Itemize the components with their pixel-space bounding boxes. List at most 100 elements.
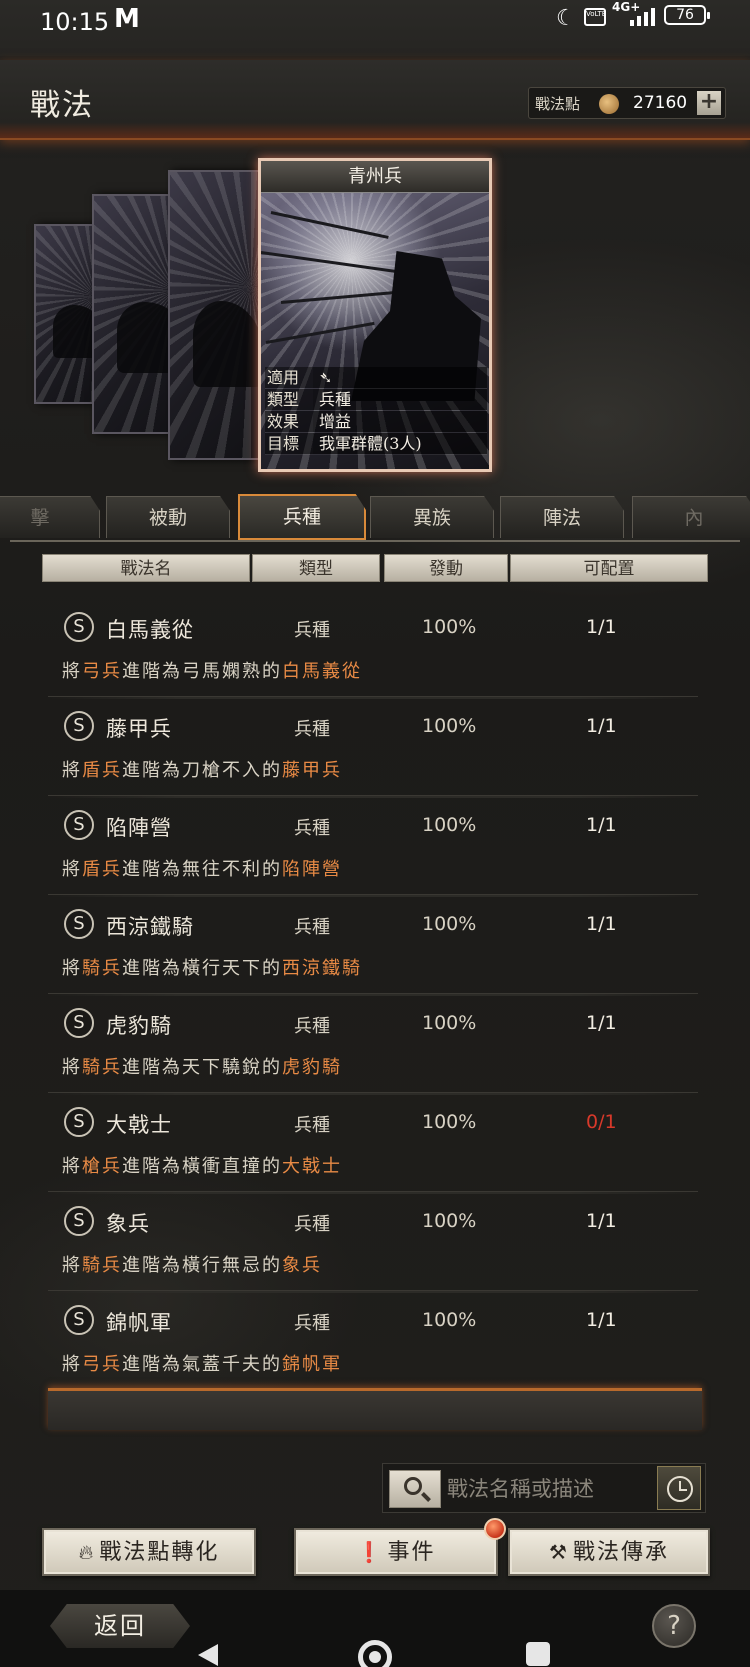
- android-back-icon[interactable]: [198, 1644, 218, 1666]
- tactic-name: 白馬義從: [106, 618, 194, 642]
- tactic-type: 兵種: [294, 818, 330, 839]
- list-item[interactable]: S 藤甲兵 兵種 100% 1/1 將盾兵進階為刀槍不入的藤甲兵: [48, 697, 698, 798]
- back-button[interactable]: 返回: [50, 1604, 190, 1648]
- column-header-name[interactable]: 戰法名: [42, 554, 250, 582]
- tactic-available: 1/1: [586, 1012, 617, 1034]
- android-recents-icon[interactable]: [526, 1642, 550, 1666]
- tactic-type: 兵種: [294, 620, 330, 641]
- featured-tactic-card[interactable]: 青州兵 適用 ➴ 類型 兵種 效果 增益 目標 我軍群體(3人): [258, 158, 492, 472]
- list-item[interactable]: S 大戟士 兵種 100% 0/1 將槍兵進階為橫衝直撞的大戟士: [48, 1093, 698, 1194]
- grade-badge: S: [64, 1206, 94, 1236]
- history-button[interactable]: [657, 1466, 701, 1510]
- grade-badge: S: [64, 810, 94, 840]
- tab-partial-left[interactable]: 擊: [0, 496, 100, 538]
- tactic-list: S 白馬義從 兵種 100% 1/1 將弓兵進階為弓馬嫻熟的白馬義從 S 藤甲兵…: [48, 598, 698, 1392]
- tactic-available: 1/1: [586, 616, 617, 638]
- page-header: 戰法 戰法點 27160 +: [0, 60, 750, 140]
- convert-points-button[interactable]: 🔥︎ 戰法點轉化: [42, 1528, 256, 1576]
- column-header-type[interactable]: 類型: [252, 554, 380, 582]
- tactic-rate: 100%: [422, 715, 477, 737]
- tactic-type: 兵種: [294, 1115, 330, 1136]
- card-info-value: ➴: [313, 367, 487, 388]
- list-scroll-end: [48, 1388, 702, 1430]
- grade-badge: S: [64, 711, 94, 741]
- card-info-value: 兵種: [313, 389, 487, 410]
- tactic-points-label: 戰法點: [535, 95, 581, 113]
- card-info-key: 適用: [265, 367, 313, 388]
- tactic-points-box: 戰法點 27160 +: [528, 87, 726, 119]
- tactic-available: 1/1: [586, 715, 617, 737]
- tactic-rate: 100%: [422, 913, 477, 935]
- card-info-value: 我軍群體(3人): [313, 433, 487, 454]
- add-points-button[interactable]: +: [697, 91, 721, 115]
- events-button[interactable]: ❗ 事件: [294, 1528, 498, 1576]
- tab-troop-type[interactable]: 兵種: [238, 494, 366, 540]
- tactic-description: 將槍兵進階為橫衝直撞的大戟士: [62, 1156, 342, 1177]
- status-time: 10:15: [40, 8, 110, 36]
- tab-passive[interactable]: 被動: [106, 496, 230, 538]
- column-header-activation[interactable]: 發動: [384, 554, 508, 582]
- inherit-tactic-button[interactable]: ⚒ 戰法傳承: [508, 1528, 710, 1576]
- tactic-description: 將弓兵進階為弓馬嫻熟的白馬義從: [62, 661, 362, 682]
- convert-points-label: 戰法點轉化: [99, 1540, 220, 1565]
- tactic-rate: 100%: [422, 1210, 477, 1232]
- list-item[interactable]: S 錦帆軍 兵種 100% 1/1 將弓兵進階為氣蓋千夫的錦帆軍: [48, 1291, 698, 1392]
- tactic-name: 西涼鐵騎: [106, 915, 194, 939]
- search-button[interactable]: [389, 1470, 441, 1508]
- android-home-icon[interactable]: [358, 1640, 392, 1667]
- search-input[interactable]: [447, 1472, 637, 1506]
- grade-badge: S: [64, 1008, 94, 1038]
- tactic-type: 兵種: [294, 917, 330, 938]
- tactic-available: 1/1: [586, 1210, 617, 1232]
- tab-partial-right[interactable]: 內: [632, 496, 750, 538]
- tactic-name: 虎豹騎: [106, 1014, 172, 1038]
- do-not-disturb-icon: ☾: [556, 6, 576, 31]
- card-info-row: 目標 我軍群體(3人): [265, 433, 487, 455]
- card-info-row: 效果 增益: [265, 411, 487, 433]
- card-title: 青州兵: [261, 161, 489, 193]
- tactic-description: 將騎兵進階為天下驍銳的虎豹騎: [62, 1057, 342, 1078]
- tactic-rate: 100%: [422, 1111, 477, 1133]
- grade-badge: S: [64, 612, 94, 642]
- list-item[interactable]: S 象兵 兵種 100% 1/1 將騎兵進階為橫行無忌的象兵: [48, 1192, 698, 1293]
- tab-foreign[interactable]: 異族: [370, 496, 494, 538]
- list-item[interactable]: S 陷陣營 兵種 100% 1/1 將盾兵進階為無往不利的陷陣營: [48, 796, 698, 897]
- grade-badge: S: [64, 1305, 94, 1335]
- list-item[interactable]: S 西涼鐵騎 兵種 100% 1/1 將騎兵進階為橫行天下的西涼鐵騎: [48, 895, 698, 996]
- status-bar: 10:15 M ☾ VoLTE 4G+ 76: [0, 0, 750, 56]
- tabs-divider: [10, 540, 740, 542]
- category-tabs: 擊 被動 兵種 異族 陣法 內: [0, 494, 750, 540]
- battery-icon: 76: [664, 5, 710, 25]
- list-item[interactable]: S 虎豹騎 兵種 100% 1/1 將騎兵進階為天下驍銳的虎豹騎: [48, 994, 698, 1095]
- spear-icon: ➴: [319, 368, 333, 387]
- tab-formation[interactable]: 陣法: [500, 496, 624, 538]
- tactic-points-value: 27160: [633, 93, 688, 113]
- tactic-description: 將騎兵進階為橫行無忌的象兵: [62, 1255, 322, 1276]
- search-icon: [404, 1477, 422, 1495]
- events-label: 事件: [387, 1540, 436, 1565]
- tactic-type: 兵種: [294, 1313, 330, 1334]
- card-info: 適用 ➴ 類型 兵種 效果 增益 目標 我軍群體(3人): [265, 367, 487, 455]
- card-info-key: 效果: [265, 411, 313, 432]
- tactic-available: 0/1: [586, 1111, 617, 1133]
- grade-badge: S: [64, 909, 94, 939]
- flame-icon: 🔥︎: [78, 1540, 96, 1564]
- tactic-rate: 100%: [422, 1309, 477, 1331]
- tactic-name: 大戟士: [106, 1113, 172, 1137]
- tactic-description: 將盾兵進階為刀槍不入的藤甲兵: [62, 760, 342, 781]
- tactic-description: 將弓兵進階為氣蓋千夫的錦帆軍: [62, 1354, 342, 1375]
- inherit-tactic-label: 戰法傳承: [572, 1540, 669, 1565]
- tactic-name: 陷陣營: [106, 816, 172, 840]
- list-item[interactable]: S 白馬義從 兵種 100% 1/1 將弓兵進階為弓馬嫻熟的白馬義從: [48, 598, 698, 699]
- volte-icon: VoLTE: [584, 8, 606, 26]
- card-info-row: 類型 兵種: [265, 389, 487, 411]
- tactic-rate: 100%: [422, 616, 477, 638]
- events-notification-badge: [484, 1518, 506, 1540]
- help-button[interactable]: ?: [652, 1604, 696, 1648]
- tactic-type: 兵種: [294, 1016, 330, 1037]
- tactic-type: 兵種: [294, 719, 330, 740]
- column-header-available[interactable]: 可配置: [510, 554, 708, 582]
- search-box: [382, 1463, 706, 1513]
- card-info-key: 類型: [265, 389, 313, 410]
- tactic-rate: 100%: [422, 814, 477, 836]
